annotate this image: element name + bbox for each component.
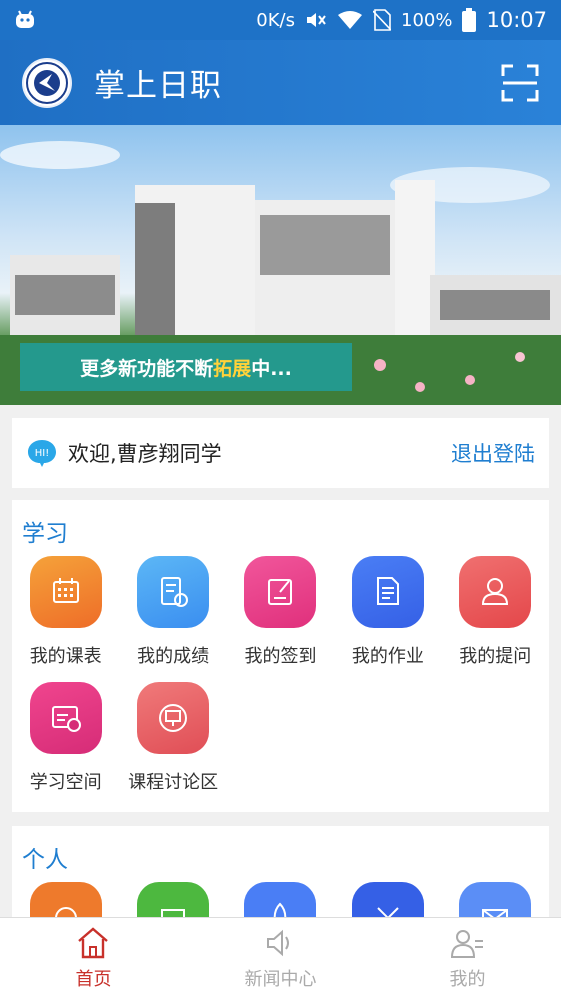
- study-item-5[interactable]: 学习空间: [12, 682, 119, 794]
- logout-link[interactable]: 退出登陆: [451, 438, 535, 468]
- bottom-tab-bar: 首页 新闻中心 我的: [0, 917, 561, 997]
- study-item-label: 学习空间: [29, 772, 102, 793]
- tab-0[interactable]: 首页: [0, 918, 187, 997]
- home-icon: [77, 926, 108, 958]
- banner-caption: 更多新功能不断 拓展 中...: [20, 343, 352, 391]
- sign-icon: [244, 556, 317, 628]
- study-item-4[interactable]: 我的提问: [442, 556, 549, 668]
- study-item-label: 我的作业: [351, 646, 424, 667]
- study-item-3[interactable]: 我的作业: [334, 556, 441, 668]
- study-item-0[interactable]: 我的课表: [12, 556, 119, 668]
- study-section: 学习 我的课表 我的成绩 我的签到 我的作业 我的提问学习空间 课程讨论区: [12, 500, 549, 812]
- section-title: 学习: [22, 521, 68, 547]
- personal-section: 个人: [12, 826, 549, 926]
- battery-level: 100%: [401, 9, 453, 31]
- study-item-6[interactable]: 课程讨论区: [119, 682, 226, 794]
- study-item-label: 我的课表: [29, 646, 102, 667]
- mute-icon: [307, 13, 326, 27]
- app-title: 掌上日职: [94, 68, 222, 104]
- no-sim-icon: [373, 9, 391, 31]
- study-item-2[interactable]: 我的签到: [227, 556, 334, 668]
- status-bar: 0K/s 100% 10:07: [0, 0, 561, 40]
- hi-chat-icon: HI!: [28, 440, 56, 467]
- battery-icon: [462, 8, 477, 32]
- scan-icon[interactable]: [501, 64, 539, 102]
- banner-caption-text: 更多新功能不断: [80, 357, 214, 380]
- tab-label: 新闻中心: [244, 968, 317, 990]
- banner-carousel[interactable]: 更多新功能不断 拓展 中...: [0, 125, 561, 405]
- homework-icon: [351, 556, 424, 628]
- speaker-icon: [266, 929, 289, 956]
- study-item-1[interactable]: 我的成绩: [119, 556, 226, 668]
- profile-icon: [450, 929, 483, 958]
- svg-text:HI!: HI!: [35, 448, 49, 459]
- study-item-label: 课程讨论区: [128, 772, 219, 793]
- study-item-label: 我的签到: [244, 646, 317, 667]
- study-grid: 我的课表 我的成绩 我的签到 我的作业 我的提问学习空间 课程讨论区: [12, 556, 549, 808]
- discussion-icon: [137, 682, 210, 754]
- android-icon: [16, 10, 34, 28]
- clock: 10:07: [486, 8, 547, 32]
- network-speed: 0K/s: [256, 9, 295, 31]
- report-icon: [137, 556, 210, 628]
- study-item-label: 我的提问: [459, 646, 532, 667]
- tab-label: 我的: [449, 968, 486, 990]
- school-logo-icon: [26, 61, 68, 104]
- welcome-greeting: 欢迎,曹彦翔同学: [68, 442, 222, 466]
- school-logo: [22, 57, 72, 108]
- schedule-icon: [29, 682, 102, 754]
- section-title: 个人: [22, 847, 68, 873]
- banner-caption-highlight: 拓展: [213, 357, 252, 380]
- wifi-icon: [338, 11, 362, 29]
- tab-2[interactable]: 我的: [374, 918, 561, 997]
- app-bar: 掌上日职: [0, 40, 561, 125]
- question-icon: [459, 556, 532, 628]
- banner-caption-suffix: 中...: [251, 357, 292, 380]
- study-item-label: 我的成绩: [137, 646, 210, 667]
- calendar-icon: [29, 556, 102, 628]
- tab-label: 首页: [75, 968, 112, 990]
- welcome-card: HI! 欢迎,曹彦翔同学 退出登陆: [12, 418, 549, 488]
- tab-1[interactable]: 新闻中心: [187, 918, 374, 997]
